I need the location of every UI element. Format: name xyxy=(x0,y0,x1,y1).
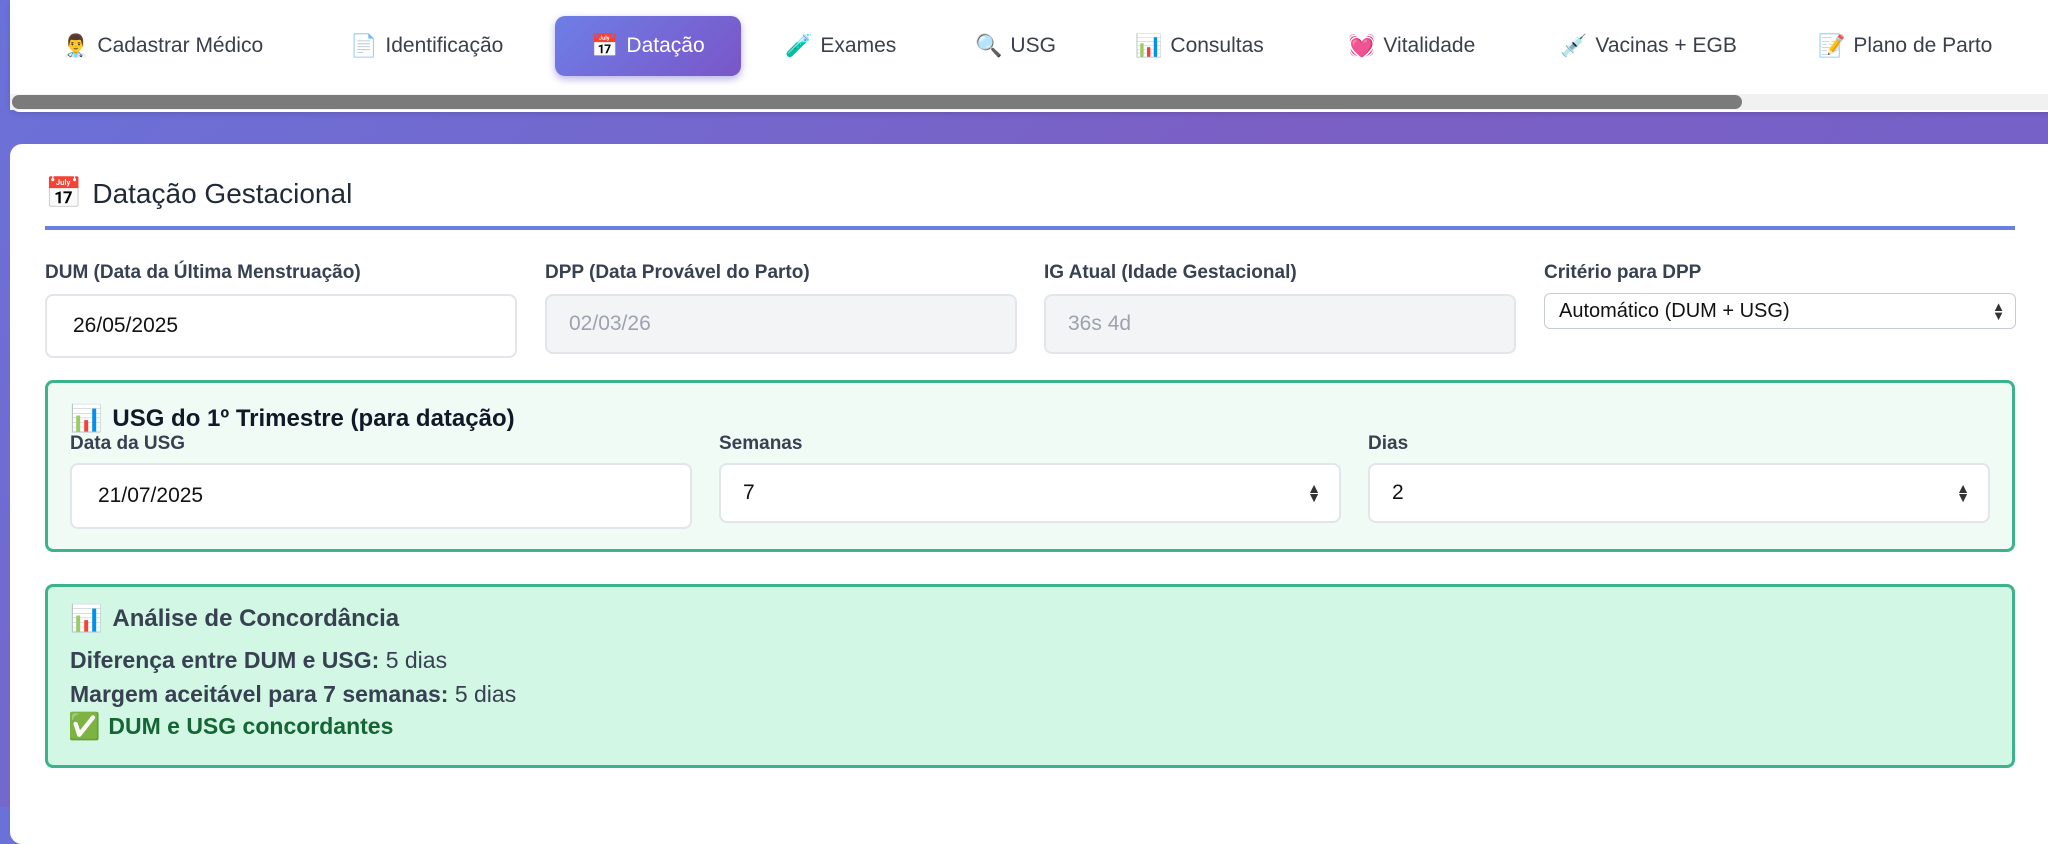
tab-consultas[interactable]: 📊 Consultas xyxy=(1135,16,1264,76)
memo-icon: 📝 xyxy=(1818,33,1846,58)
diferenca-line: Diferença entre DUM e USG: 5 dias xyxy=(70,647,447,674)
bar-chart-icon: 📊 xyxy=(70,603,103,633)
ig-value: 36s 4d xyxy=(1068,312,1132,335)
tab-label: Vitalidade xyxy=(1383,34,1476,57)
usg-title-text: USG do 1º Trimestre (para datação) xyxy=(112,404,515,432)
calendar-icon: 📅 xyxy=(591,33,619,58)
margem-label: Margem aceitável para 7 semanas: xyxy=(70,681,449,707)
tab-datacao[interactable]: 📅 Datação xyxy=(555,16,741,76)
magnifier-icon: 🔍 xyxy=(975,33,1003,58)
dpp-label: DPP (Data Provável do Parto) xyxy=(545,262,810,283)
diferenca-value: 5 dias xyxy=(385,647,448,673)
doctor-icon: 👨‍⚕️ xyxy=(62,33,90,58)
margem-value: 5 dias xyxy=(454,681,517,707)
data-usg-label: Data da USG xyxy=(70,433,186,454)
scrollbar-thumb[interactable] xyxy=(12,95,1742,109)
heart-icon: 💓 xyxy=(1348,33,1376,58)
tab-label: Plano de Parto xyxy=(1853,34,1993,57)
tab-vacinas-egb[interactable]: 💉 Vacinas + EGB xyxy=(1560,16,1737,76)
dum-label: DUM (Data da Última Menstruação) xyxy=(45,262,361,283)
concordance-status-text: DUM e USG concordantes xyxy=(108,713,394,739)
datacao-card: 📅 Datação Gestacional DUM (Data da Últim… xyxy=(10,144,2048,844)
dias-label: Dias xyxy=(1368,433,1409,454)
criterio-select[interactable]: Automático (DUM + USG) ▲ ▼ xyxy=(1544,293,2016,329)
semanas-input[interactable]: 7 ▲ ▼ xyxy=(719,463,1341,523)
tab-label: Cadastrar Médico xyxy=(97,34,264,57)
tab-vitalidade[interactable]: 💓 Vitalidade xyxy=(1348,16,1475,76)
criterio-label: Critério para DPP xyxy=(1544,262,1702,283)
dias-value: 2 xyxy=(1392,481,1404,504)
tab-label: Consultas xyxy=(1170,34,1264,57)
semanas-value: 7 xyxy=(743,481,755,504)
test-tube-icon: 🧪 xyxy=(785,33,813,58)
tab-label: Vacinas + EGB xyxy=(1595,34,1737,57)
tab-label: USG xyxy=(1010,34,1056,57)
section-title-text: Datação Gestacional xyxy=(92,177,353,209)
stepper-arrows-icon[interactable]: ▲ ▼ xyxy=(1307,481,1321,504)
tab-usg[interactable]: 🔍 USG xyxy=(975,16,1056,76)
usg-datacao-panel: 📊 USG do 1º Trimestre (para datação) Dat… xyxy=(45,380,2015,552)
tab-plano-de-parto[interactable]: 📝 Plano de Parto xyxy=(1818,16,1992,76)
dias-input[interactable]: 2 ▲ ▼ xyxy=(1368,463,1990,523)
stepper-arrows-icon[interactable]: ▲ ▼ xyxy=(1956,481,1970,504)
data-usg-input[interactable]: 21/07/2025 xyxy=(70,463,692,529)
calendar-icon: 📅 xyxy=(45,177,83,210)
check-mark-icon: ✅ xyxy=(68,711,101,741)
dum-value: 26/05/2025 xyxy=(73,314,179,337)
tab-label: Exames xyxy=(820,34,897,57)
margem-line: Margem aceitável para 7 semanas: 5 dias xyxy=(70,681,516,708)
tab-identificacao[interactable]: 📄 Identificação xyxy=(350,16,503,76)
select-arrows-icon: ▲ ▼ xyxy=(1992,299,2005,323)
tab-label: Datação xyxy=(626,34,705,57)
semanas-label: Semanas xyxy=(719,433,803,454)
tab-exames[interactable]: 🧪 Exames xyxy=(785,16,896,76)
title-divider xyxy=(45,226,2015,230)
data-usg-value: 21/07/2025 xyxy=(98,484,204,507)
section-title: 📅 Datação Gestacional xyxy=(45,176,352,211)
bar-chart-icon: 📊 xyxy=(1135,33,1163,58)
usg-panel-title: 📊 USG do 1º Trimestre (para datação) xyxy=(70,403,515,434)
tab-label: Identificação xyxy=(385,34,504,57)
diferenca-label: Diferença entre DUM e USG: xyxy=(70,647,380,673)
syringe-icon: 💉 xyxy=(1560,33,1588,58)
ig-label: IG Atual (Idade Gestacional) xyxy=(1044,262,1297,283)
bar-chart-icon: 📊 xyxy=(70,403,103,433)
analise-concordancia-panel: 📊 Análise de Concordância Diferença entr… xyxy=(45,584,2015,768)
analise-panel-title: 📊 Análise de Concordância xyxy=(70,603,399,634)
ig-input: 36s 4d xyxy=(1044,294,1516,354)
dpp-value: 02/03/26 xyxy=(569,312,651,335)
horizontal-scrollbar[interactable] xyxy=(10,94,2048,110)
analise-title-text: Análise de Concordância xyxy=(112,604,400,632)
dum-input[interactable]: 26/05/2025 xyxy=(45,294,517,358)
tab-bar: 👨‍⚕️ Cadastrar Médico 📄 Identificação 📅 … xyxy=(10,0,2048,112)
criterio-value: Automático (DUM + USG) xyxy=(1559,299,1790,322)
dpp-input: 02/03/26 xyxy=(545,294,1017,354)
tab-cadastrar-medico[interactable]: 👨‍⚕️ Cadastrar Médico xyxy=(62,16,263,76)
document-icon: 📄 xyxy=(350,33,378,58)
concordance-status: ✅ DUM e USG concordantes xyxy=(68,711,393,742)
